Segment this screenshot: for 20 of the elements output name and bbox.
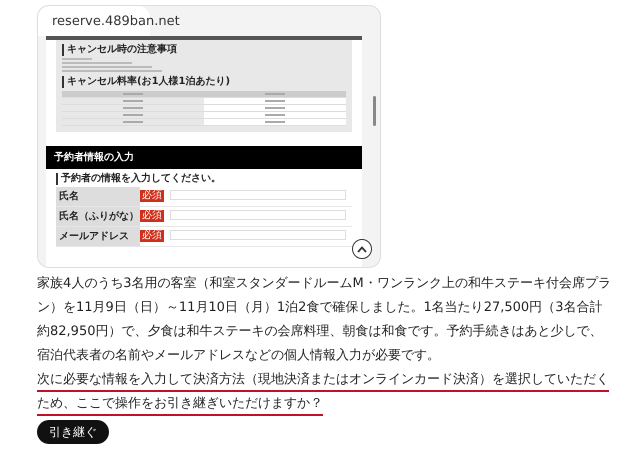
chevron-up-icon <box>357 246 367 252</box>
field-label: メールアドレス <box>56 226 140 246</box>
required-badge: 必須 <box>140 190 164 202</box>
input-field[interactable] <box>170 230 346 240</box>
message-paragraph: 次に必要な情報を入力して決済方法（現地決済またはオンラインカード決済）を選択していただくため、ここで操作をお引き継ぎいただけますか？ <box>37 371 610 413</box>
site-url: reserve.489ban.net <box>52 13 180 31</box>
section-title: 予約者情報の入力 <box>46 146 362 168</box>
message-paragraph: 家族4人のうち3名用の客室（和室スタンダードルームM・ワンランク上の和牛ステーキ付会席プラン）を11月9日（日）～11月10日（月）1泊2食で確保しました。1名当たり27,500円（3名合計約82,950円）で、夕食は和牛ステーキの会席料理、朝食は和食です。予約手続きはあと少しで、宿泊代表者の名前やメールアドレスなどの個人情報入力が必要です。 <box>37 275 612 365</box>
form-intro: 予約者の情報を入力してください。 <box>56 172 352 184</box>
required-badge: 必須 <box>140 230 164 242</box>
input-field[interactable] <box>170 190 346 200</box>
required-badge: 必須 <box>140 210 164 222</box>
section-heading: キャンセル時の注意事項 <box>62 44 346 56</box>
scroll-top-button[interactable] <box>352 239 372 259</box>
field-label: 氏名 <box>56 186 140 206</box>
field-label: 氏名（ふりがな） <box>56 206 140 226</box>
scrollbar-thumb[interactable] <box>373 96 376 126</box>
input-field[interactable] <box>170 210 346 220</box>
section-heading: キャンセル料率(お1人様1泊あたり) <box>62 76 346 88</box>
continue-button[interactable]: 引き継ぐ <box>37 420 109 444</box>
